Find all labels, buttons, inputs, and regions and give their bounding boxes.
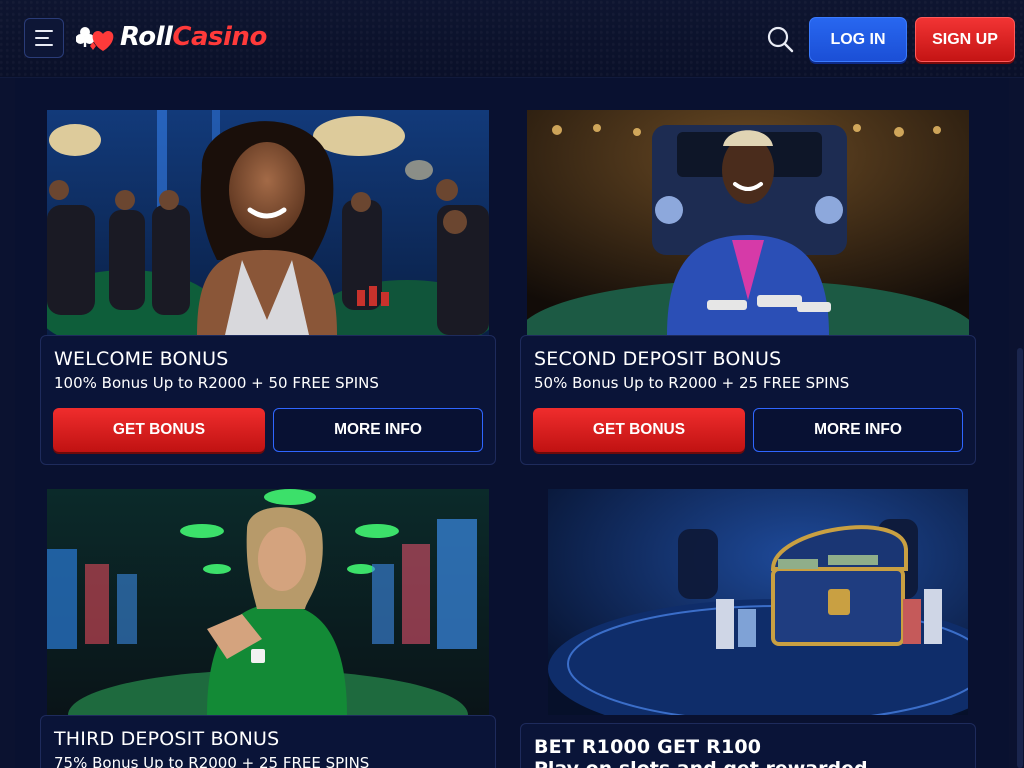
promo-card-body: BET R1000 GET R100 Play on slots and get… [520, 723, 976, 768]
bet-reward-image [548, 489, 968, 715]
promo-card-body: THIRD DEPOSIT BONUS 75% Bonus Up to R200… [40, 715, 496, 768]
get-bonus-button[interactable]: GET BONUS [533, 408, 745, 452]
search-icon[interactable] [765, 24, 795, 54]
welcome-bonus-image [47, 110, 489, 335]
login-button[interactable]: LOG IN [809, 17, 907, 62]
logo[interactable]: RollCasino [76, 20, 267, 54]
more-info-button[interactable]: MORE INFO [273, 408, 483, 452]
promo-subtitle: 50% Bonus Up to R2000 + 25 FREE SPINS [534, 374, 850, 392]
promo-card-third-deposit: THIRD DEPOSIT BONUS 75% Bonus Up to R200… [40, 489, 496, 768]
second-deposit-image [527, 110, 969, 335]
more-info-button[interactable]: MORE INFO [753, 408, 963, 452]
promo-title: SECOND DEPOSIT BONUS [534, 348, 782, 370]
promo-card-welcome: WELCOME BONUS 100% Bonus Up to R2000 + 5… [40, 110, 496, 465]
promo-title: THIRD DEPOSIT BONUS [54, 728, 280, 750]
logo-cards-icon [76, 27, 114, 51]
promo-subtitle: Play on slots and get rewarded [534, 758, 868, 768]
promo-title: WELCOME BONUS [54, 348, 229, 370]
menu-button[interactable] [24, 18, 64, 58]
promo-subtitle: 100% Bonus Up to R2000 + 50 FREE SPINS [54, 374, 379, 392]
scrollbar[interactable] [1016, 78, 1024, 768]
logo-text-roll: Roll [120, 22, 173, 52]
get-bonus-button[interactable]: GET BONUS [53, 408, 265, 452]
menu-icon [35, 30, 53, 32]
logo-text-casino: Casino [172, 22, 267, 52]
top-header: RollCasino LOG IN SIGN UP [0, 0, 1024, 78]
promo-card-bet-r1000: BET R1000 GET R100 Play on slots and get… [520, 489, 976, 768]
third-deposit-image [47, 489, 489, 715]
promo-card-second-deposit: SECOND DEPOSIT BONUS 50% Bonus Up to R20… [520, 110, 976, 465]
promo-subtitle: 75% Bonus Up to R2000 + 25 FREE SPINS [54, 754, 370, 768]
promo-card-body: WELCOME BONUS 100% Bonus Up to R2000 + 5… [40, 335, 496, 465]
promo-title: BET R1000 GET R100 [534, 736, 762, 758]
signup-button[interactable]: SIGN UP [915, 17, 1015, 62]
promo-card-body: SECOND DEPOSIT BONUS 50% Bonus Up to R20… [520, 335, 976, 465]
